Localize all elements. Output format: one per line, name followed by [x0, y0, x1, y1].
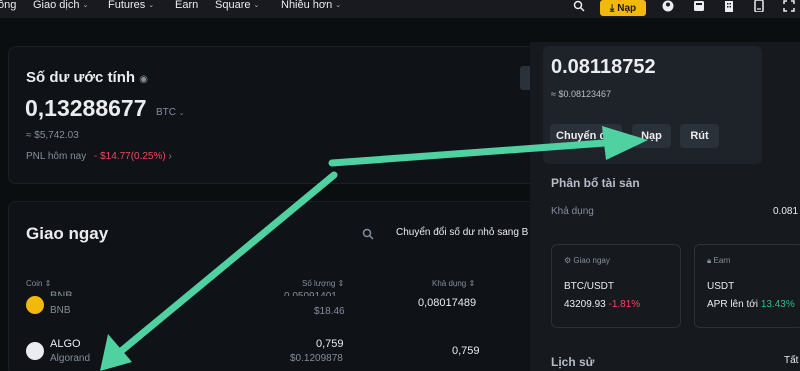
nav-item-futures[interactable]: Futures ⌄ [108, 0, 154, 11]
withdraw-button[interactable]: Rút [680, 124, 719, 148]
convert-small-balance-link[interactable]: Chuyển đổi số dư nhỏ sang B [396, 227, 528, 238]
spot-mini-card[interactable]: ⚙ Giao ngay BTC/USDT 43209.93 -1.81% [551, 244, 681, 328]
nav-item-square[interactable]: Square ⌄ [215, 0, 259, 11]
chevron-down-icon: ⌄ [335, 2, 342, 9]
earn-mini-card[interactable]: 🔒︎ Earn USDT APR lên tới 13.43% [694, 244, 800, 328]
available-label: Khả dụng [551, 206, 594, 217]
col-available[interactable]: Khả dụng ⇕ [432, 279, 475, 288]
mini-card-pair: BTC/USDT [564, 281, 614, 292]
mini-card-label: ⚙ Giao ngay [564, 256, 610, 265]
col-coin[interactable]: Coin ⇕ [26, 279, 51, 288]
search-icon[interactable] [362, 227, 374, 245]
available-value: 0.081 [773, 206, 799, 217]
settings-icon[interactable] [752, 0, 766, 13]
chevron-down-icon: ⌄ [253, 2, 260, 9]
nav-item-earn[interactable]: Earn [175, 0, 198, 11]
allocation-title: Phân bổ tài sản [551, 176, 640, 190]
popup-fiat: ≈ $0.08123467 [551, 89, 611, 99]
chevron-down-icon: ⌄ [82, 2, 89, 9]
coin-available: 0,759 [452, 345, 480, 357]
coin-quantity-fiat: $0.1209878 [290, 353, 343, 364]
top-nav: ông Giao dịch ⌄ Futures ⌄ Earn Square ⌄ Nhi… [0, 0, 800, 18]
convert-button[interactable]: Chuyển đổi [550, 124, 622, 148]
coin-symbol: ALGO [50, 338, 81, 350]
coin-symbol: BNB [50, 290, 73, 296]
nav-item-0[interactable]: ông [0, 0, 16, 11]
mini-card-label: 🔒︎ Earn [707, 256, 731, 265]
coin-quantity: 0,759 [316, 338, 344, 350]
building-icon[interactable] [722, 0, 736, 12]
balance-title: Số dư ước tính ◉ [26, 69, 148, 86]
nav-item-trade[interactable]: Giao dịch ⌄ [33, 0, 88, 11]
coin-quantity: 0,05091401 [284, 291, 337, 296]
pnl-value[interactable]: - $14.77(0.25%) › [94, 151, 172, 162]
coin-name: Algorand [50, 353, 91, 364]
balance-fiat: ≈ $5,742.03 [26, 130, 79, 141]
algo-coin-icon [26, 342, 44, 360]
nav-item-more[interactable]: Nhiều hơn ⌄ [281, 0, 341, 11]
popup-amount: 0.08118752 [551, 56, 656, 78]
coin-name: BNB [50, 305, 71, 316]
eye-icon[interactable]: ◉ [139, 74, 148, 85]
col-quantity[interactable]: Số lượng ⇕ [302, 279, 344, 288]
lock-icon: 🔒︎ [707, 256, 712, 265]
chart-icon: ⚙ [564, 256, 572, 265]
history-view-all[interactable]: Tất [784, 355, 798, 366]
deposit-top-button[interactable]: ⤓ Nạp [600, 0, 646, 16]
download-icon: ⤓ [609, 2, 615, 14]
deposit-button[interactable]: Nạp [632, 124, 671, 148]
mini-card-pair: USDT [707, 281, 735, 292]
history-title: Lịch sử [551, 355, 595, 369]
pnl-label: PNL hôm nay [26, 151, 87, 162]
balance-amount: 0,13288677 [25, 95, 147, 121]
balance-unit[interactable]: BTC ⌄ [156, 107, 185, 118]
coin-quantity-fiat: $18.46 [314, 306, 345, 317]
coin-available: 0,08017489 [418, 297, 477, 309]
search-icon[interactable] [572, 0, 586, 12]
bnb-coin-icon [26, 296, 44, 314]
spot-title: Giao ngay [26, 224, 109, 243]
mini-card-apr: APR lên tới 13.43% [707, 299, 795, 310]
mini-card-price: 43209.93 -1.81% [564, 299, 641, 310]
user-icon[interactable] [661, 0, 675, 12]
chevron-down-icon: ⌄ [148, 2, 155, 9]
wallet-icon[interactable] [692, 0, 706, 12]
scan-icon[interactable] [782, 0, 796, 12]
